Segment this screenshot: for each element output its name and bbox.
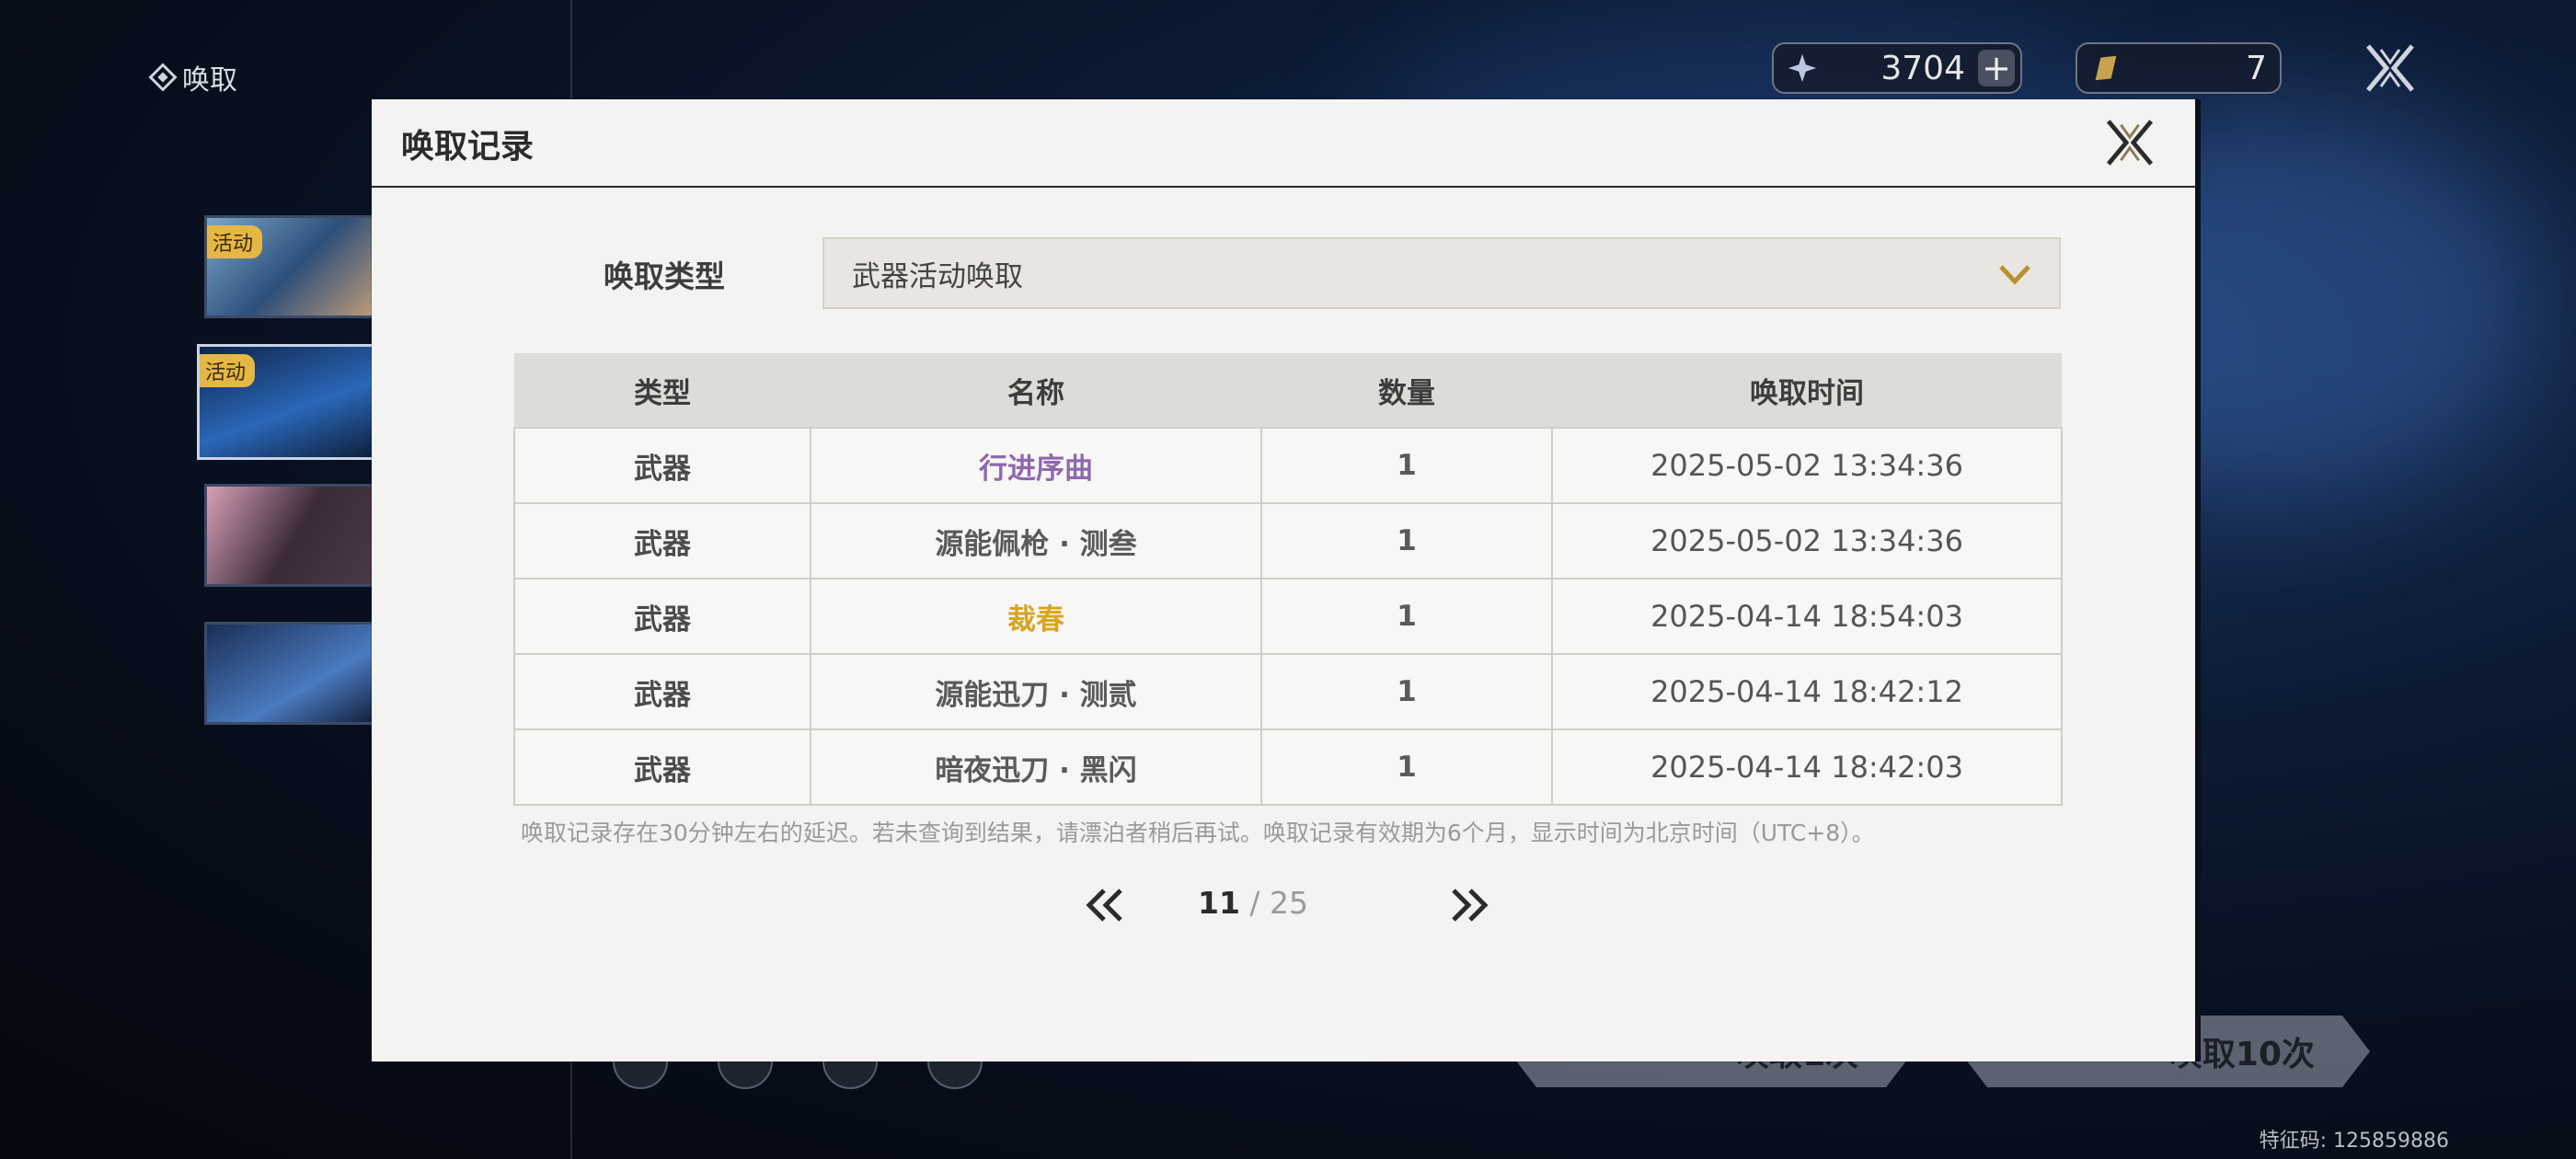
previous-page-icon[interactable]: [1082, 887, 1128, 924]
current-page: 11: [1198, 885, 1240, 921]
row-type: 武器: [513, 578, 811, 655]
row-count: 1: [1260, 729, 1553, 806]
row-type: 武器: [513, 729, 811, 806]
row-name: 裁春: [810, 578, 1262, 655]
modal-edge: [2195, 99, 2201, 1061]
astrite-icon: [1788, 53, 1817, 83]
convene-icon: [148, 63, 178, 92]
convene-type-label: 唤取类型: [604, 258, 725, 294]
modal-header: 唤取记录: [372, 99, 2197, 188]
row-time: 2025-05-02 13:34:36: [1551, 427, 2063, 504]
row-time: 2025-04-14 18:42:03: [1551, 729, 2063, 806]
event-tag: 活动: [207, 225, 263, 258]
close-icon[interactable]: [2103, 116, 2156, 169]
total-pages: 25: [1270, 885, 1309, 921]
row-count: 1: [1260, 653, 1553, 730]
event-tag: 活动: [200, 354, 256, 387]
column-header: 名称: [811, 353, 1261, 428]
row-time: 2025-04-14 18:54:03: [1551, 578, 2063, 655]
modal-title: 唤取记录: [401, 128, 535, 166]
chevron-down-icon: [1999, 265, 2030, 285]
table-row: 武器 行进序曲 1 2025-05-02 13:34:36: [513, 427, 2063, 504]
row-type: 武器: [513, 653, 811, 730]
convene-nav-title[interactable]: 唤取: [148, 57, 237, 98]
row-time: 2025-04-14 18:42:12: [1551, 653, 2063, 730]
table-row: 武器 裁春 1 2025-04-14 18:54:03: [513, 578, 2063, 655]
astrite-counter: 3704 +: [1772, 42, 2022, 94]
convene-type-select[interactable]: 武器活动唤取: [822, 237, 2061, 309]
banner-card[interactable]: [204, 484, 388, 587]
row-name: 源能迅刀 · 测贰: [810, 653, 1262, 730]
table-row: 武器 暗夜迅刀 · 黑闪 1 2025-04-14 18:42:03: [513, 729, 2063, 806]
row-count: 1: [1260, 502, 1553, 580]
forging-tide-value: 7: [2246, 49, 2267, 87]
table-row: 武器 源能迅刀 · 测贰 1 2025-04-14 18:42:12: [513, 653, 2063, 730]
add-astrite-button[interactable]: +: [1978, 48, 2015, 88]
row-name: 源能佩枪 · 测叁: [810, 502, 1262, 580]
row-count: 1: [1260, 578, 1553, 655]
banner-card[interactable]: 活动: [204, 215, 388, 318]
feature-code: 特征码: 125859886: [2259, 1130, 2449, 1153]
column-header: 数量: [1261, 353, 1552, 428]
history-table: 类型 名称 数量 唤取时间 武器 行进序曲 1 2025-05-02 13:34…: [513, 353, 2063, 806]
pagination: 11 / 25: [372, 878, 2197, 942]
close-icon[interactable]: [2363, 40, 2418, 96]
astrite-value: 3704: [1880, 49, 1965, 87]
column-header: 类型: [514, 353, 811, 428]
column-header: 唤取时间: [1552, 353, 2062, 428]
convene-nav-label: 唤取: [182, 64, 237, 97]
row-name: 行进序曲: [810, 427, 1262, 504]
row-count: 1: [1260, 427, 1553, 504]
convene-type-value: 武器活动唤取: [852, 259, 1023, 293]
page-separator: /: [1239, 885, 1271, 921]
banner-card-selected[interactable]: 活动: [197, 344, 390, 460]
next-page-icon[interactable]: [1446, 887, 1492, 924]
forging-tide-icon: [2095, 55, 2117, 81]
page-indicator: 11 / 25: [1198, 885, 1308, 921]
table-header-row: 类型 名称 数量 唤取时间: [514, 353, 2062, 428]
row-type: 武器: [513, 427, 811, 504]
row-name: 暗夜迅刀 · 黑闪: [810, 729, 1262, 806]
row-time: 2025-05-02 13:34:36: [1551, 502, 2063, 580]
row-type: 武器: [513, 502, 811, 580]
convene-history-modal: 唤取记录 唤取类型 武器活动唤取 类型 名称 数量 唤取时间 武器 行进序曲 1: [372, 99, 2197, 1061]
table-row: 武器 源能佩枪 · 测叁 1 2025-05-02 13:34:36: [513, 502, 2063, 580]
history-note: 唤取记录存在30分钟左右的延迟。若未查询到结果，请漂泊者稍后再试。唤取记录有效期…: [521, 820, 1875, 846]
forging-tide-counter: 7: [2076, 42, 2282, 94]
banner-card[interactable]: [204, 622, 388, 725]
